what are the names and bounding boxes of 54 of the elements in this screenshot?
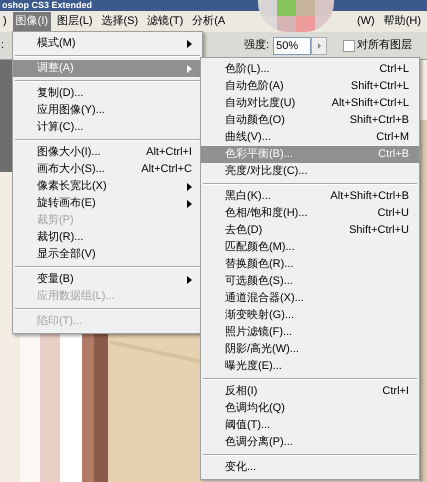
window-title: oshop CS3 Extended bbox=[2, 0, 94, 11]
menu-item[interactable]: 图像大小(I)... Alt+Ctrl+I bbox=[13, 144, 202, 161]
menu-item[interactable]: 色调分离(P)... bbox=[201, 434, 419, 451]
menu-item[interactable]: 亮度/对比度(C)... bbox=[201, 163, 419, 180]
menu-item[interactable]: 阴影/高光(W)... bbox=[201, 341, 419, 358]
menu-item[interactable]: 裁切(R)... bbox=[13, 229, 202, 246]
menu-item[interactable]: 曲线(V)... Ctrl+M bbox=[201, 129, 419, 146]
menu-item[interactable]: 模式(M) bbox=[13, 35, 202, 52]
menu-item[interactable]: 黑白(K)... Alt+Shift+Ctrl+B bbox=[201, 188, 419, 205]
menu-item[interactable]: 渐变映射(G)... bbox=[201, 307, 419, 324]
menu-item[interactable]: 替换颜色(R)... bbox=[201, 256, 419, 273]
strength-label: 强度: bbox=[244, 38, 270, 54]
strength-dropdown-button[interactable] bbox=[311, 36, 328, 54]
submenu-arrow-icon bbox=[187, 182, 192, 190]
submenu-arrow-icon bbox=[187, 276, 192, 284]
menu-title[interactable]: ) bbox=[0, 12, 10, 31]
menu-title[interactable]: 帮助(H) bbox=[380, 12, 424, 31]
checkbox[interactable] bbox=[343, 40, 356, 52]
caret-icon bbox=[318, 42, 321, 48]
menu-item[interactable]: 变量(B) bbox=[13, 271, 202, 288]
menu-item[interactable]: 应用图像(Y)... bbox=[13, 102, 202, 119]
menu-title[interactable]: 图像(I) bbox=[12, 12, 52, 31]
menu-item[interactable]: 曝光度(E)... bbox=[201, 358, 419, 375]
menu-item[interactable]: 自动颜色(O) Shift+Ctrl+B bbox=[201, 112, 419, 129]
menu-item[interactable]: 复制(D)... bbox=[13, 85, 202, 102]
menu-item[interactable]: 色阶(L)... Ctrl+L bbox=[201, 61, 419, 78]
menu-item[interactable]: 可选颜色(S)... bbox=[201, 273, 419, 290]
menu-title[interactable]: 分析(A bbox=[189, 12, 228, 31]
menu-item[interactable]: 通道混合器(X)... bbox=[201, 290, 419, 307]
menu-item[interactable]: 显示全部(V) bbox=[13, 246, 202, 263]
menu-item[interactable]: 色调均化(Q) bbox=[201, 400, 419, 417]
menu-item[interactable]: 匹配颜色(M)... bbox=[201, 239, 419, 256]
submenu-arrow-icon bbox=[187, 200, 192, 208]
submenu-arrow-icon bbox=[187, 40, 192, 48]
menu-item[interactable]: 色相/饱和度(H)... Ctrl+U bbox=[201, 205, 419, 222]
menu-item[interactable]: 去色(D) Shift+Ctrl+U bbox=[201, 222, 419, 239]
menu-item[interactable]: 画布大小(S)... Alt+Ctrl+C bbox=[13, 161, 202, 178]
menu-title[interactable]: 选择(S) bbox=[98, 12, 142, 31]
menu-item[interactable]: 旋转画布(E) bbox=[13, 195, 202, 212]
menu-title[interactable]: (W) bbox=[354, 12, 378, 31]
strength-field[interactable]: 50% bbox=[273, 36, 312, 54]
checkbox-label: 对所有图层 bbox=[357, 38, 412, 54]
menu-title[interactable]: 滤镜(T) bbox=[144, 12, 186, 31]
submenu-arrow-icon bbox=[187, 64, 192, 72]
menu-item[interactable]: 变化... bbox=[201, 459, 419, 476]
menu-item[interactable]: 计算(C)... bbox=[13, 119, 202, 136]
menu-title[interactable]: 图层(L) bbox=[54, 12, 96, 31]
menu-item[interactable]: 自动对比度(U) Alt+Shift+Ctrl+L bbox=[201, 95, 419, 112]
menu-item[interactable]: 像素长宽比(X) bbox=[13, 178, 202, 195]
option-label: : bbox=[1, 38, 4, 54]
menu-item[interactable]: 反相(I) Ctrl+I bbox=[201, 383, 419, 400]
menu-item[interactable]: 阈值(T)... bbox=[201, 417, 419, 434]
menu-item[interactable]: 自动色阶(A) Shift+Ctrl+L bbox=[201, 78, 419, 95]
menu-item[interactable]: 照片滤镜(F)... bbox=[201, 324, 419, 341]
